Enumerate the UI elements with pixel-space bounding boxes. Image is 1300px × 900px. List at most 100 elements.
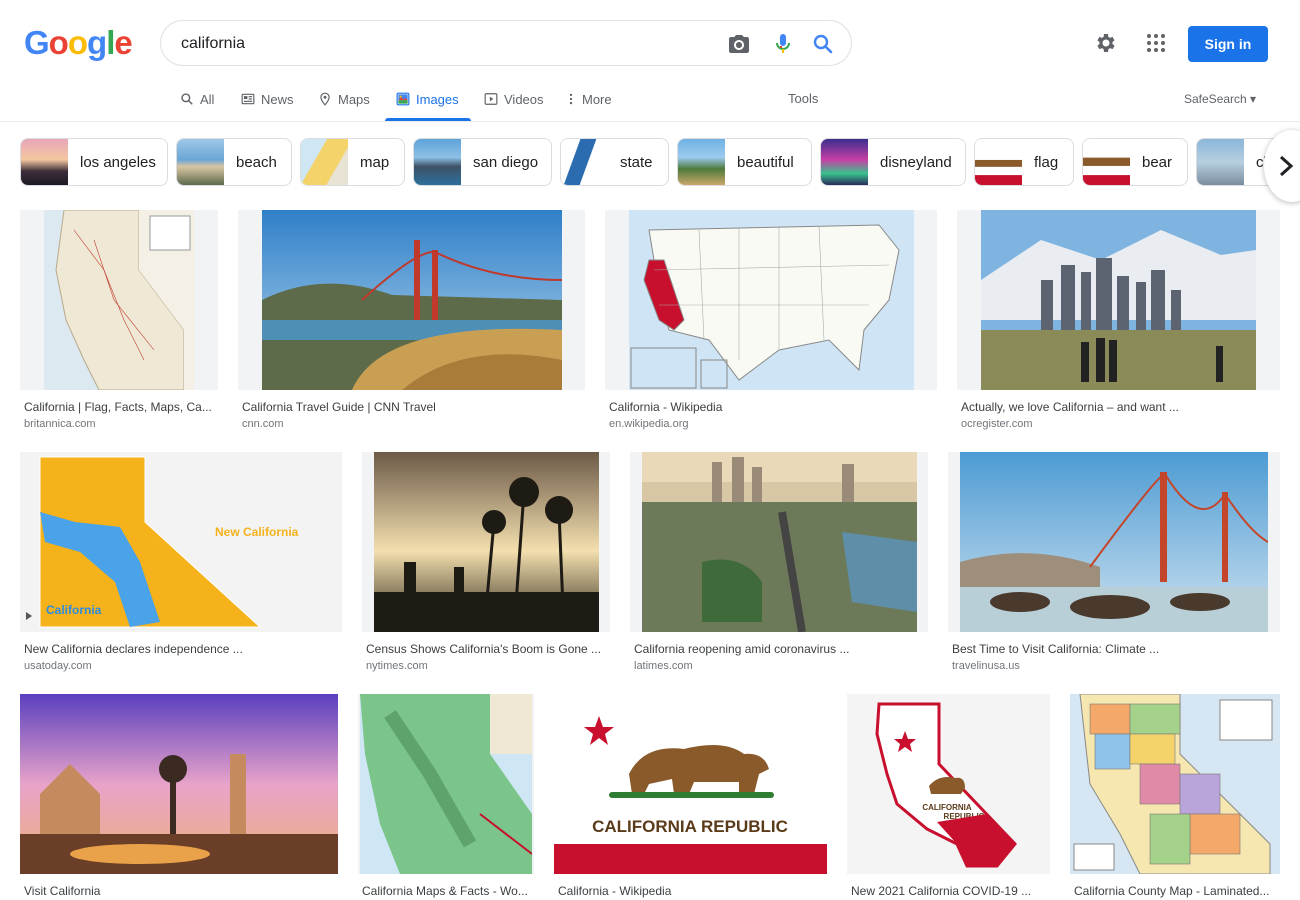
tab-all[interactable]: All bbox=[180, 89, 214, 109]
result-source: cnn.com bbox=[242, 418, 284, 430]
image-result[interactable]: California reopening amid coronavirus ..… bbox=[630, 452, 928, 677]
image-result[interactable]: CALIFORNIA REPUBLIC California - Wikiped… bbox=[554, 694, 827, 900]
image-result[interactable]: California - Wikipedia en.wikipedia.org bbox=[605, 210, 937, 435]
new-california-map-image: New California California bbox=[20, 452, 342, 632]
result-title[interactable]: Census Shows California's Boom is Gone .… bbox=[366, 642, 608, 656]
result-title[interactable]: California - Wikipedia bbox=[558, 884, 825, 898]
settings-gear-icon[interactable] bbox=[1094, 31, 1118, 55]
chip-map[interactable]: map bbox=[300, 138, 405, 186]
logo-letter: o bbox=[48, 24, 69, 61]
safesearch-button[interactable]: SafeSearch ▾ bbox=[1184, 92, 1256, 106]
result-title[interactable]: Visit California bbox=[24, 884, 336, 898]
tab-maps[interactable]: Maps bbox=[318, 89, 370, 109]
result-image[interactable] bbox=[238, 210, 585, 390]
result-title[interactable]: New 2021 California COVID-19 ... bbox=[851, 884, 1048, 898]
result-image[interactable]: CALIFORNIA REPUBLIC bbox=[554, 694, 827, 874]
chip-thumbnail bbox=[821, 139, 868, 185]
apps-grid-icon[interactable] bbox=[1144, 31, 1168, 55]
flag-text: CALIFORNIA REPUBLIC bbox=[592, 817, 788, 836]
logo-letter: o bbox=[67, 24, 88, 61]
golden-gate-image bbox=[262, 210, 562, 390]
tab-images[interactable]: Images bbox=[396, 89, 459, 109]
sign-in-button[interactable]: Sign in bbox=[1188, 26, 1268, 62]
result-image[interactable] bbox=[20, 210, 218, 390]
chip-san-diego[interactable]: san diego bbox=[413, 138, 552, 186]
result-image[interactable] bbox=[358, 694, 534, 874]
image-result[interactable]: New California California New California… bbox=[20, 452, 342, 677]
result-title[interactable]: California County Map - Laminated... bbox=[1074, 884, 1278, 898]
tab-label: More bbox=[582, 91, 612, 107]
result-source: britannica.com bbox=[24, 418, 96, 430]
image-result[interactable]: California Maps & Facts - Wo... bbox=[358, 694, 534, 900]
google-logo[interactable]: Google bbox=[24, 24, 133, 62]
chip-thumbnail bbox=[1083, 139, 1130, 185]
image-result[interactable]: California County Map - Laminated... bbox=[1070, 694, 1280, 900]
chip-bear[interactable]: bear bbox=[1082, 138, 1188, 186]
chip-thumbnail bbox=[177, 139, 224, 185]
result-source: travelinusa.us bbox=[952, 660, 1020, 672]
image-result[interactable]: Census Shows California's Boom is Gone .… bbox=[362, 452, 610, 677]
camera-icon[interactable] bbox=[727, 32, 751, 56]
result-image[interactable]: CALIFORNIA REPUBLIC bbox=[847, 694, 1050, 874]
chip-state[interactable]: state bbox=[560, 138, 669, 186]
tools-button[interactable]: Tools bbox=[788, 91, 818, 106]
result-source: usatoday.com bbox=[24, 660, 92, 672]
microphone-icon[interactable] bbox=[771, 32, 795, 56]
image-result[interactable]: California Travel Guide | CNN Travel cnn… bbox=[238, 210, 585, 435]
result-image[interactable] bbox=[948, 452, 1280, 632]
result-image[interactable] bbox=[957, 210, 1280, 390]
result-image[interactable] bbox=[630, 452, 928, 632]
result-source: latimes.com bbox=[634, 660, 693, 672]
chip-thumbnail bbox=[21, 139, 68, 185]
aerial-la-image bbox=[642, 452, 917, 632]
chip-thumbnail bbox=[975, 139, 1022, 185]
result-title[interactable]: New California declares independence ... bbox=[24, 642, 340, 656]
chip-thumbnail bbox=[561, 139, 608, 185]
chip-los-angeles[interactable]: los angeles bbox=[20, 138, 168, 186]
chip-disneyland[interactable]: disneyland bbox=[820, 138, 966, 186]
result-title[interactable]: California reopening amid coronavirus ..… bbox=[634, 642, 924, 656]
active-tab-indicator bbox=[385, 118, 471, 121]
flag-text: CALIFORNIA bbox=[922, 803, 972, 812]
chip-thumbnail bbox=[678, 139, 725, 185]
chip-label: disneyland bbox=[880, 153, 952, 171]
result-title[interactable]: California Maps & Facts - Wo... bbox=[362, 884, 532, 898]
image-result[interactable]: California | Flag, Facts, Maps, Ca... br… bbox=[20, 210, 218, 435]
result-title[interactable]: California Travel Guide | CNN Travel bbox=[242, 400, 582, 414]
result-source: nytimes.com bbox=[366, 660, 428, 672]
chip-thumbnail bbox=[414, 139, 461, 185]
tab-videos[interactable]: Videos bbox=[484, 89, 544, 109]
image-result[interactable]: Visit California bbox=[20, 694, 338, 900]
logo-letter: G bbox=[24, 24, 50, 61]
tab-news[interactable]: News bbox=[241, 89, 294, 109]
result-image[interactable] bbox=[605, 210, 937, 390]
tab-more[interactable]: More bbox=[566, 89, 612, 109]
result-image[interactable] bbox=[20, 694, 338, 874]
result-image[interactable] bbox=[1070, 694, 1280, 874]
chip-label: flag bbox=[1034, 153, 1059, 171]
result-title[interactable]: California | Flag, Facts, Maps, Ca... bbox=[24, 400, 216, 414]
image-result[interactable]: Actually, we love California – and want … bbox=[957, 210, 1280, 435]
result-image[interactable]: New California California bbox=[20, 452, 342, 632]
image-result[interactable]: CALIFORNIA REPUBLIC New 2021 California … bbox=[847, 694, 1050, 900]
result-image[interactable] bbox=[362, 452, 610, 632]
search-box[interactable] bbox=[160, 20, 852, 66]
california-map-image bbox=[44, 210, 194, 390]
logo-letter: e bbox=[114, 24, 132, 61]
chip-label: los angeles bbox=[80, 153, 156, 171]
chip-beautiful[interactable]: beautiful bbox=[677, 138, 812, 186]
image-result[interactable]: Best Time to Visit California: Climate .… bbox=[948, 452, 1280, 677]
chip-label: state bbox=[620, 153, 653, 171]
state-flag-shape-image: CALIFORNIA REPUBLIC bbox=[847, 694, 1050, 874]
result-title[interactable]: Actually, we love California – and want … bbox=[961, 400, 1277, 414]
result-title[interactable]: Best Time to Visit California: Climate .… bbox=[952, 642, 1277, 656]
chip-label: beach bbox=[236, 153, 277, 171]
search-icon[interactable] bbox=[811, 32, 835, 56]
chip-beach[interactable]: beach bbox=[176, 138, 292, 186]
search-input[interactable] bbox=[181, 31, 701, 57]
chip-flag[interactable]: flag bbox=[974, 138, 1074, 186]
result-source: en.wikipedia.org bbox=[609, 418, 689, 430]
result-source: ocregister.com bbox=[961, 418, 1033, 430]
california-flag-image: CALIFORNIA REPUBLIC bbox=[554, 694, 827, 874]
result-title[interactable]: California - Wikipedia bbox=[609, 400, 934, 414]
